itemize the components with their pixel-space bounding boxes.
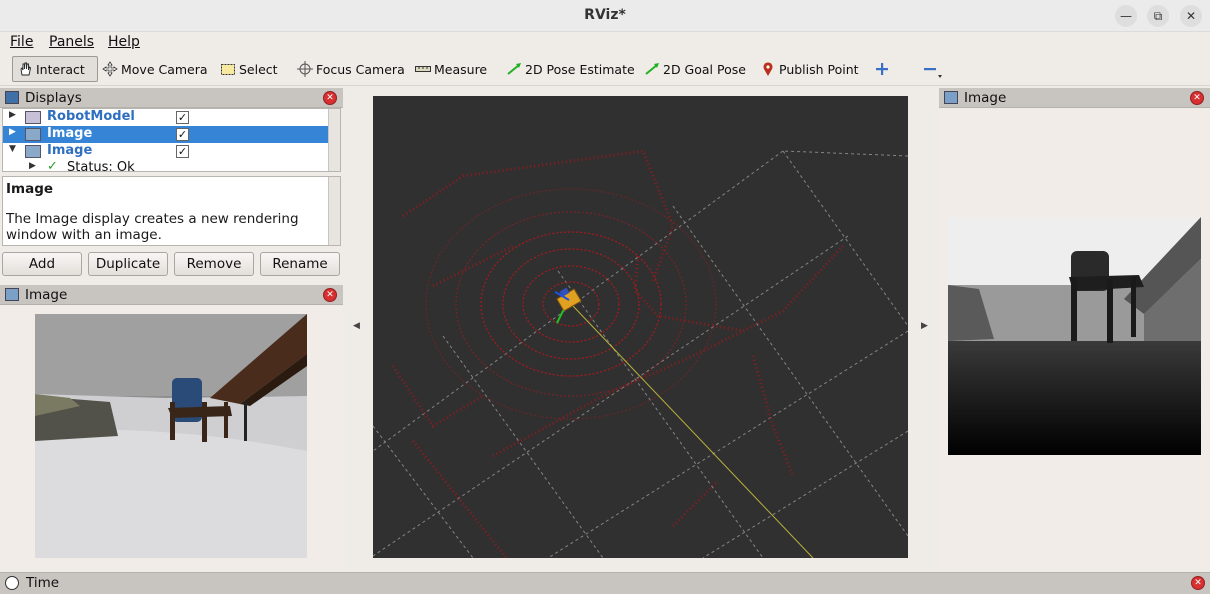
- menu-help[interactable]: Help: [108, 34, 140, 50]
- collapse-arrow-icon[interactable]: ▼: [9, 144, 16, 154]
- crosshair-icon: [297, 61, 313, 77]
- left-image-title: Image: [25, 287, 68, 303]
- measure-label: Measure: [434, 61, 488, 77]
- status-label: Status: Ok: [67, 160, 135, 172]
- interact-button[interactable]: Interact: [12, 56, 98, 82]
- publish-point-button[interactable]: Publish Point: [760, 56, 859, 82]
- left-image-area: [0, 306, 343, 568]
- remove-button[interactable]: Remove: [174, 252, 254, 276]
- toolbar: Interact Move Camera Select Focus Camera…: [0, 52, 1210, 86]
- ruler-icon: [415, 61, 431, 77]
- enable-checkbox[interactable]: ✓: [176, 128, 189, 141]
- 2d-goal-pose-button[interactable]: 2D Goal Pose: [644, 56, 746, 82]
- image-icon: [5, 288, 19, 301]
- tree-row-image-2[interactable]: ▼ Image ✓: [3, 143, 329, 160]
- right-image-title: Image: [964, 90, 1007, 106]
- map-pin-icon: [760, 61, 776, 77]
- robot-icon: [25, 111, 41, 124]
- tree-label: RobotModel: [47, 109, 135, 124]
- focus-camera-label: Focus Camera: [316, 61, 405, 77]
- green-arrow-icon: [506, 61, 522, 77]
- publish-point-label: Publish Point: [779, 61, 859, 77]
- monitor-icon: [5, 91, 19, 104]
- displays-title: Displays: [25, 90, 82, 106]
- image-icon: [944, 91, 958, 104]
- move-camera-label: Move Camera: [121, 61, 208, 77]
- expand-arrow-icon[interactable]: ▶: [9, 110, 16, 120]
- checkmark-icon: ✓: [47, 159, 58, 172]
- laser-scan-visualization: [373, 149, 908, 558]
- add-tool-button[interactable]: [874, 56, 893, 82]
- select-label: Select: [239, 61, 278, 77]
- description-title: Image: [6, 181, 54, 197]
- tree-row-robotmodel[interactable]: ▶ RobotModel ✓: [3, 109, 329, 126]
- enable-checkbox[interactable]: ✓: [176, 111, 189, 124]
- description-text: The Image display creates a new renderin…: [6, 211, 299, 243]
- 3d-viewport[interactable]: [373, 96, 908, 558]
- minus-icon: [922, 61, 942, 78]
- right-image-area: [939, 109, 1210, 568]
- right-image-panel-header: Image ✕: [939, 88, 1210, 108]
- displays-tree[interactable]: ▶ RobotModel ✓ ▶ Image ✓ ▼ Image ✓ ▶ ✓ S…: [2, 108, 341, 172]
- tree-label: Image: [47, 143, 93, 158]
- close-icon[interactable]: ✕: [323, 288, 337, 302]
- collapse-left-arrow-icon[interactable]: ◀: [353, 321, 360, 331]
- title-bar: RViz* — ⧉ ✕: [0, 0, 1210, 32]
- select-box-icon: [220, 61, 236, 77]
- move-arrows-icon: [102, 61, 118, 77]
- duplicate-button[interactable]: Duplicate: [88, 252, 168, 276]
- add-button[interactable]: Add: [2, 252, 82, 276]
- time-title: Time: [26, 575, 60, 591]
- focus-camera-button[interactable]: Focus Camera: [297, 56, 405, 82]
- tree-label: Image: [47, 126, 93, 141]
- collapse-right-arrow-icon[interactable]: ▶: [921, 321, 928, 331]
- menu-panels[interactable]: Panels: [49, 34, 94, 50]
- clock-icon: [5, 576, 19, 590]
- image-icon: [25, 145, 41, 158]
- measure-button[interactable]: Measure: [415, 56, 487, 82]
- tree-scrollbar[interactable]: [328, 109, 340, 171]
- description-box: Image The Image display creates a new re…: [2, 176, 341, 246]
- image-icon: [25, 128, 41, 141]
- plus-icon: [874, 61, 890, 77]
- move-camera-button[interactable]: Move Camera: [102, 56, 208, 82]
- tree-row-status[interactable]: ▶ ✓ Status: Ok: [3, 159, 329, 172]
- expand-arrow-icon[interactable]: ▶: [29, 161, 36, 171]
- minimize-button[interactable]: —: [1115, 5, 1137, 27]
- close-icon[interactable]: ✕: [1191, 576, 1205, 590]
- menu-file[interactable]: File: [10, 34, 33, 50]
- 2d-pose-estimate-button[interactable]: 2D Pose Estimate: [506, 56, 635, 82]
- close-button[interactable]: ✕: [1180, 5, 1202, 27]
- goal-pose-label: 2D Goal Pose: [663, 61, 746, 77]
- pose-estimate-label: 2D Pose Estimate: [525, 61, 635, 77]
- hand-icon: [17, 61, 33, 77]
- time-panel-header: Time ✕: [0, 572, 1210, 594]
- remove-tool-button[interactable]: [922, 56, 942, 82]
- maximize-button[interactable]: ⧉: [1147, 5, 1169, 27]
- close-icon[interactable]: ✕: [1190, 91, 1204, 105]
- description-scrollbar[interactable]: [328, 177, 340, 245]
- interact-label: Interact: [36, 61, 85, 77]
- expand-arrow-icon[interactable]: ▶: [9, 127, 16, 137]
- select-button[interactable]: Select: [220, 56, 278, 82]
- depth-image: [948, 217, 1201, 455]
- tree-row-image-1[interactable]: ▶ Image ✓: [3, 126, 329, 143]
- left-image-panel-header: Image ✕: [0, 285, 343, 305]
- enable-checkbox[interactable]: ✓: [176, 145, 189, 158]
- close-icon[interactable]: ✕: [323, 91, 337, 105]
- camera-rgb-image: [35, 314, 307, 558]
- displays-panel-header: Displays ✕: [0, 88, 343, 108]
- menu-bar: File Panels Help: [0, 32, 1210, 52]
- rename-button[interactable]: Rename: [260, 252, 340, 276]
- green-arrow-icon: [644, 61, 660, 77]
- window-title: RViz*: [584, 7, 626, 23]
